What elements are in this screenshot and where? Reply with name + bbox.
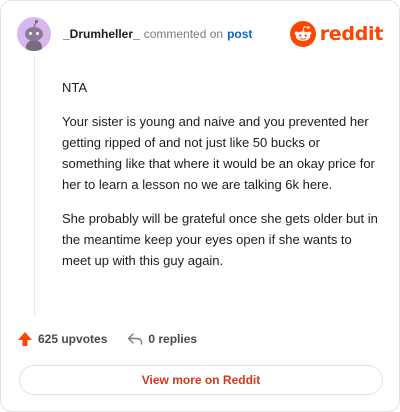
comment-paragraph: NTA: [62, 80, 88, 95]
commented-on-text: commented on: [143, 27, 224, 41]
comment-card: _Drumheller_ commented on post reddit NT…: [0, 0, 400, 412]
replies-button[interactable]: 0 replies: [127, 331, 197, 347]
reddit-logo-icon: [289, 21, 316, 47]
user-avatar[interactable]: [17, 17, 51, 51]
snoo-avatar-icon: [25, 19, 43, 51]
upvote-arrow-icon[interactable]: [17, 331, 33, 347]
view-more-button[interactable]: View more on Reddit: [19, 365, 383, 395]
comment-header: _Drumheller_ commented on post reddit: [17, 17, 383, 51]
comment-paragraph: She probably will be grateful once she g…: [62, 211, 378, 268]
post-link[interactable]: post: [227, 27, 252, 41]
username-link[interactable]: _Drumheller_: [63, 27, 140, 41]
reddit-wordmark: reddit: [319, 23, 384, 45]
reddit-brand[interactable]: reddit: [289, 21, 384, 47]
comment-paragraph: Your sister is young and naive and you p…: [62, 114, 375, 192]
comment-body: NTA Your sister is young and naive and y…: [62, 77, 380, 284]
thread-line: [34, 57, 35, 315]
reply-count: 0 replies: [148, 332, 198, 346]
comment-meta: _Drumheller_ commented on post: [63, 27, 252, 41]
reply-arrow-icon: [128, 333, 143, 345]
upvote-count: 625 upvotes: [38, 332, 108, 346]
comment-actions: 625 upvotes 0 replies: [17, 331, 197, 347]
